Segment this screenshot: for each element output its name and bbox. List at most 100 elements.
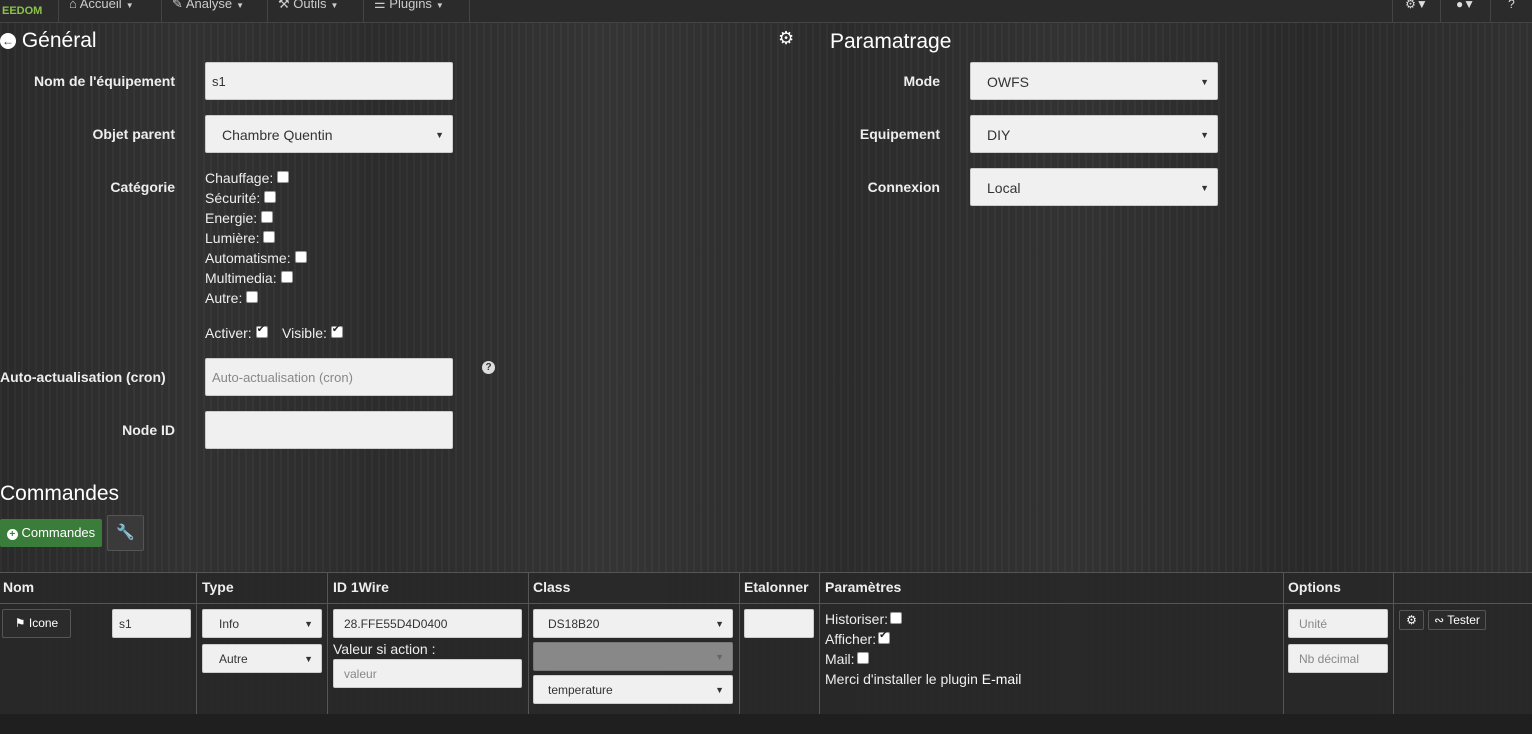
- caret-down-icon: ▼: [125, 1, 134, 10]
- class-select[interactable]: DS18B20 ▼: [533, 609, 733, 638]
- nav-plugins-label: Plugins: [389, 0, 432, 11]
- equipement-select[interactable]: DIY ▼: [970, 115, 1218, 153]
- caret-down-icon: ▼: [715, 652, 724, 662]
- nav-analyse[interactable]: ✎ Analyse ▼: [161, 0, 267, 22]
- nav-outils[interactable]: ⚒ Outils ▼: [267, 0, 363, 22]
- caret-down-icon: ▼: [435, 1, 444, 10]
- parent-select[interactable]: Chambre Quentin ▼: [205, 115, 453, 153]
- rss-icon: ∾: [1434, 613, 1445, 627]
- caret-down-icon: ▼: [330, 1, 339, 10]
- tasks-icon: ☰: [374, 0, 386, 11]
- cron-label: Auto-actualisation (cron): [0, 369, 166, 385]
- valeur-label: Valeur si action :: [333, 641, 436, 657]
- historiser-checkbox[interactable]: [890, 612, 903, 625]
- category-lumiere-checkbox[interactable]: [263, 231, 276, 244]
- cron-input[interactable]: Auto-actualisation (cron): [205, 358, 453, 396]
- general-title: Général: [21, 29, 97, 52]
- nav-help[interactable]: ?: [1490, 0, 1532, 22]
- nav-user[interactable]: ●▼: [1440, 0, 1490, 22]
- table-divider: [196, 572, 197, 714]
- th-parametres: Paramètres: [825, 579, 902, 595]
- decimal-input[interactable]: Nb décimal: [1288, 644, 1388, 673]
- nodeid-input[interactable]: [205, 411, 453, 449]
- tester-button[interactable]: ∾ Tester: [1428, 610, 1486, 630]
- category-securite-checkbox[interactable]: [264, 191, 277, 204]
- user-icon: ●▼: [1455, 0, 1476, 11]
- nav-outils-label: Outils: [293, 0, 327, 11]
- historiser-field: Historiser:: [825, 611, 903, 627]
- category-multimedia-label: Multimedia:: [205, 270, 277, 286]
- th-class: Class: [533, 579, 571, 595]
- visible-label: Visible:: [282, 325, 327, 341]
- add-command-button[interactable]: + Commandes: [0, 519, 102, 547]
- table-divider: [739, 572, 740, 714]
- table-header-divider: [0, 603, 1532, 604]
- configure-button[interactable]: ⚙: [1399, 610, 1424, 630]
- mode-select[interactable]: OWFS ▼: [970, 62, 1218, 100]
- help-icon[interactable]: ?: [482, 361, 495, 374]
- th-etalonner: Etalonner: [744, 579, 809, 595]
- subtype-select[interactable]: Autre ▼: [202, 644, 322, 673]
- category-securite: Sécurité:: [205, 190, 277, 206]
- cogs-icon: ⚙▼: [1405, 0, 1428, 11]
- activer-label: Activer:: [205, 325, 252, 341]
- category-autre: Autre:: [205, 290, 259, 306]
- category-automatisme-checkbox[interactable]: [294, 251, 307, 264]
- caret-down-icon: ▼: [1200, 130, 1209, 140]
- category-chauffage-label: Chauffage:: [205, 170, 274, 186]
- class2-select: ▼: [533, 642, 733, 671]
- nav-accueil[interactable]: ⌂ Accueil ▼: [58, 0, 161, 22]
- class3-select[interactable]: temperature ▼: [533, 675, 733, 704]
- category-energie-checkbox[interactable]: [261, 211, 274, 224]
- icon-button[interactable]: ⚑ Icone: [2, 609, 71, 638]
- category-autre-checkbox[interactable]: [246, 291, 259, 304]
- back-arrow-icon[interactable]: ←: [0, 33, 16, 49]
- etalonner-input[interactable]: [744, 609, 814, 638]
- email-plugin-link[interactable]: E-mail: [982, 671, 1022, 687]
- category-multimedia-checkbox[interactable]: [280, 271, 293, 284]
- command-name-input[interactable]: s1: [112, 609, 191, 638]
- equipment-name-input[interactable]: s1: [205, 62, 453, 100]
- afficher-checkbox[interactable]: [878, 630, 891, 645]
- parent-label: Objet parent: [92, 126, 175, 142]
- general-heading: ← Général: [0, 29, 97, 53]
- category-chauffage-checkbox[interactable]: [277, 171, 290, 184]
- caret-down-icon: ▼: [1200, 77, 1209, 87]
- category-automatisme-label: Automatisme:: [205, 250, 291, 266]
- caret-down-icon: ▼: [435, 130, 444, 140]
- mail-checkbox[interactable]: [856, 652, 869, 665]
- historiser-label: Historiser:: [825, 611, 889, 627]
- home-icon: ⌂: [69, 0, 77, 11]
- cogs-icon: ⚙: [778, 28, 795, 48]
- nav-settings[interactable]: ⚙▼: [1392, 0, 1440, 22]
- table-divider: [528, 572, 529, 714]
- connexion-select[interactable]: Local ▼: [970, 168, 1218, 206]
- mode-select-value: OWFS: [987, 74, 1029, 90]
- mail-field: Mail:: [825, 651, 869, 667]
- mail-label: Mail:: [825, 651, 855, 667]
- connexion-label: Connexion: [867, 179, 940, 195]
- category-lumiere-label: Lumière:: [205, 230, 260, 246]
- visible-field: Visible:: [282, 324, 343, 341]
- caret-down-icon: ▼: [304, 654, 313, 664]
- app-logo[interactable]: EEDOM: [0, 2, 48, 20]
- analyse-icon: ✎: [172, 0, 183, 11]
- type-select[interactable]: Info ▼: [202, 609, 322, 638]
- valeur-input[interactable]: valeur: [333, 659, 522, 688]
- id1wire-input[interactable]: 28.FFE55D4D0400: [333, 609, 522, 638]
- parametrage-title: Paramatrage: [830, 30, 952, 53]
- unite-input[interactable]: Unité: [1288, 609, 1388, 638]
- th-id1wire: ID 1Wire: [333, 579, 389, 595]
- navbar: EEDOM ⌂ Accueil ▼ ✎ Analyse ▼ ⚒ Outils ▼ ☰ …: [0, 0, 1532, 23]
- wrench-button[interactable]: 🔧: [107, 515, 144, 551]
- tester-label: Tester: [1447, 613, 1480, 627]
- visible-checkbox[interactable]: [330, 324, 343, 339]
- equipement-label: Equipement: [859, 126, 940, 142]
- mode-label: Mode: [903, 73, 940, 89]
- add-command-label: Commandes: [21, 525, 96, 540]
- th-nom: Nom: [3, 579, 35, 595]
- category-securite-label: Sécurité:: [205, 190, 261, 206]
- nav-plugins[interactable]: ☰ Plugins ▼: [363, 0, 470, 22]
- activer-checkbox[interactable]: [255, 324, 268, 339]
- category-chauffage: Chauffage:: [205, 170, 290, 186]
